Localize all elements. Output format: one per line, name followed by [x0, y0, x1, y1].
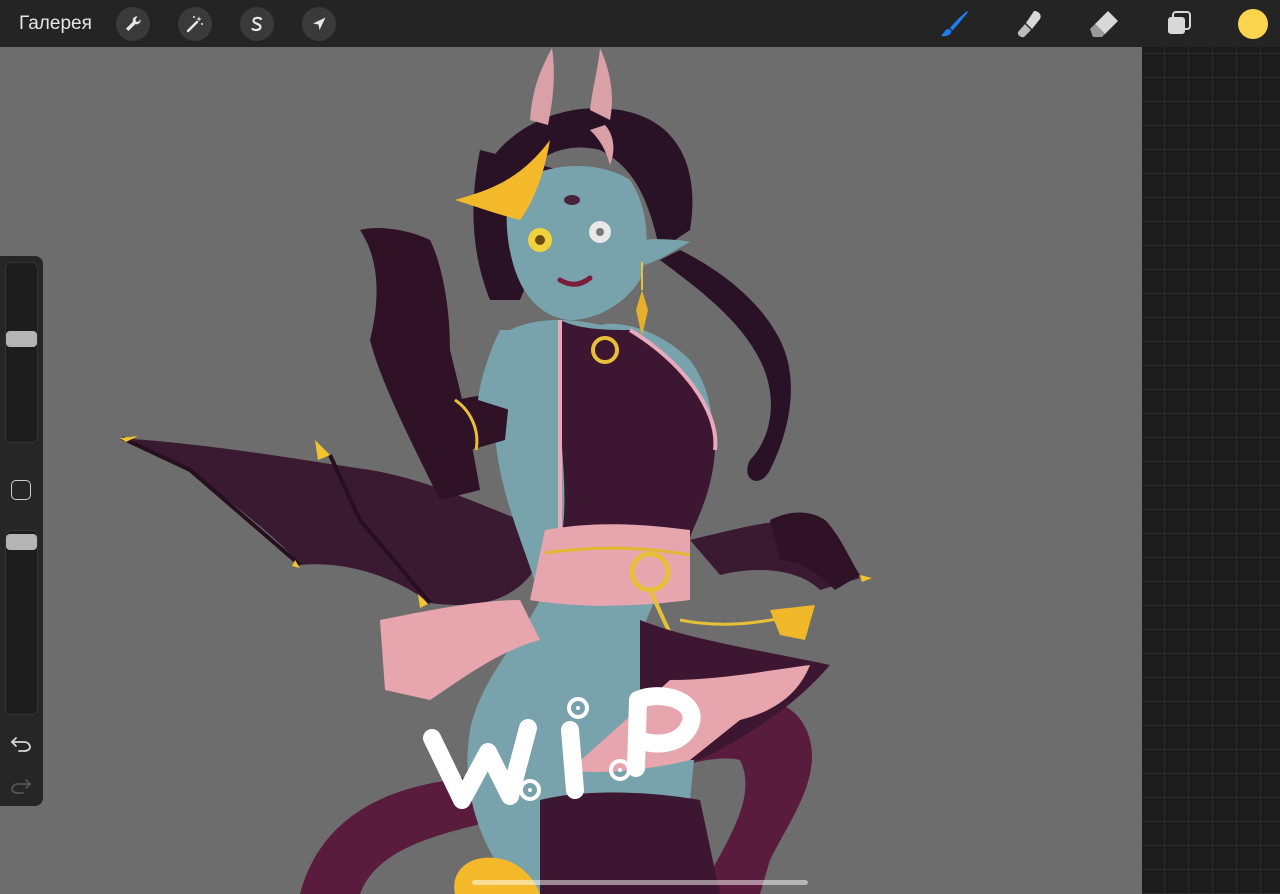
smudge-icon — [1017, 11, 1041, 38]
selection-s-icon — [251, 16, 263, 32]
selection-button[interactable] — [240, 7, 274, 41]
drawing-canvas[interactable] — [0, 47, 1142, 894]
transform-button[interactable] — [302, 7, 336, 41]
layers-tool[interactable] — [1162, 7, 1196, 41]
layers-icon — [1168, 11, 1191, 34]
smudge-tool[interactable] — [1012, 7, 1046, 41]
actions-button[interactable] — [116, 7, 150, 41]
modify-button-square-icon[interactable] — [11, 480, 31, 500]
wrench-icon — [126, 16, 141, 31]
redo-icon[interactable] — [9, 776, 33, 796]
top-toolbar: Галерея — [0, 0, 1280, 47]
eraser-tool[interactable] — [1087, 7, 1121, 41]
opacity-thumb[interactable] — [6, 534, 37, 550]
eraser-icon — [1090, 11, 1118, 37]
move-arrow-icon — [313, 17, 326, 30]
brush-icon — [941, 11, 968, 37]
magic-wand-icon — [186, 16, 203, 33]
canvas-grid-area — [1142, 47, 1280, 894]
brush-size-thumb[interactable] — [6, 331, 37, 347]
undo-icon[interactable] — [9, 734, 33, 754]
artwork-illustration — [120, 48, 872, 894]
color-picker[interactable] — [1238, 9, 1268, 39]
opacity-slider[interactable] — [5, 530, 38, 715]
home-indicator[interactable] — [472, 880, 808, 885]
gallery-button[interactable]: Галерея — [19, 12, 92, 36]
adjustments-button[interactable] — [178, 7, 212, 41]
left-sidebar — [0, 256, 43, 806]
brush-tool[interactable] — [937, 7, 971, 41]
brush-size-slider[interactable] — [5, 262, 38, 443]
